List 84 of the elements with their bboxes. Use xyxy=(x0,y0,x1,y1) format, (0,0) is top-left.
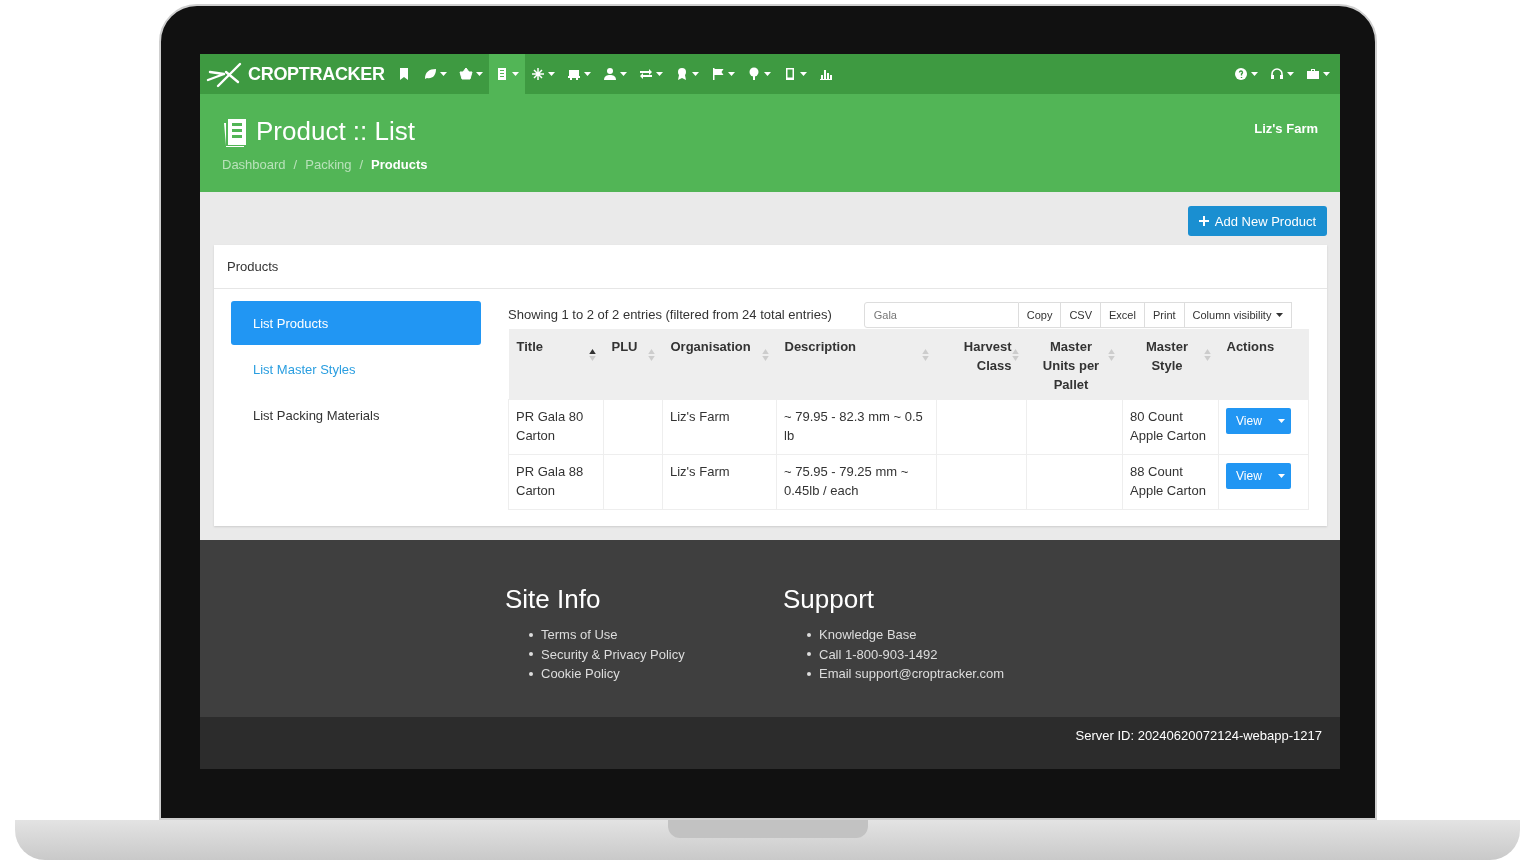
flag-icon xyxy=(710,67,725,81)
caret-icon xyxy=(1276,312,1284,317)
briefcase-icon xyxy=(1306,67,1320,81)
caret-icon xyxy=(547,72,555,76)
column-header[interactable]: Master Style xyxy=(1122,329,1219,400)
sort-icon xyxy=(1203,349,1211,361)
basket-icon xyxy=(458,67,473,81)
table-cell: Liz's Farm xyxy=(662,399,777,455)
export-button[interactable]: Excel xyxy=(1101,301,1145,328)
footer-link[interactable]: Terms of Use xyxy=(541,627,618,643)
server-id: Server ID: 20240620072124-webapp-1217 xyxy=(1075,727,1322,743)
column-header[interactable]: PLU xyxy=(603,329,663,400)
sort-icon xyxy=(588,349,596,361)
sort-icon xyxy=(1107,349,1115,361)
bullet-icon xyxy=(529,671,533,676)
vehicle-icon xyxy=(566,67,581,81)
sort-icon xyxy=(647,349,655,361)
footer-link[interactable]: Email support@croptracker.com xyxy=(819,666,1005,682)
table-cell: 88 Count Apple Carton xyxy=(1122,454,1219,510)
footer-link[interactable]: Cookie Policy xyxy=(541,666,620,682)
caret-icon xyxy=(691,72,699,76)
caret-icon xyxy=(619,72,627,76)
column-visibility-button[interactable]: Column visibility xyxy=(1184,301,1293,328)
breadcrumb-separator: / xyxy=(293,157,298,172)
caret-icon xyxy=(583,72,591,76)
entries-info: Showing 1 to 2 of 2 entries (filtered from 24 total entries) xyxy=(508,307,832,322)
add-new-product-button[interactable]: Add New Product xyxy=(1187,206,1327,236)
export-button[interactable]: Print xyxy=(1144,301,1185,328)
snowflake-icon xyxy=(530,67,545,81)
footer-heading: Support xyxy=(783,584,876,615)
farm-name: Liz's Farm xyxy=(1254,121,1318,138)
caret-icon xyxy=(439,72,447,76)
column-header[interactable]: Organisation xyxy=(662,329,777,400)
leaf-icon xyxy=(422,67,437,81)
plus-icon xyxy=(1198,216,1209,226)
column-header[interactable]: Harvest Class xyxy=(936,329,1027,400)
headset-icon xyxy=(1270,67,1284,81)
page-title: Product :: List xyxy=(256,116,415,147)
table-cell: PR Gala 80 Carton xyxy=(508,399,604,455)
brand-name: CROPTRACKER xyxy=(248,63,385,85)
column-header[interactable]: Title xyxy=(508,329,604,400)
breadcrumb-separator: / xyxy=(359,157,364,172)
column-header[interactable]: Description xyxy=(776,329,937,400)
caret-icon xyxy=(1278,474,1285,478)
export-button[interactable]: CSV xyxy=(1061,301,1102,328)
table-cell: Liz's Farm xyxy=(662,454,777,510)
caret-icon xyxy=(1251,72,1258,76)
caret-icon xyxy=(799,72,807,76)
table-cell: ~ 79.95 - 82.3 mm ~ 0.5 lb xyxy=(776,399,937,455)
person-icon xyxy=(602,67,617,81)
caret-icon xyxy=(475,72,483,76)
help-icon xyxy=(1234,67,1248,81)
caret-icon xyxy=(727,72,735,76)
caret-icon xyxy=(763,72,771,76)
export-button[interactable]: Copy xyxy=(1018,301,1062,328)
caret-icon xyxy=(1287,72,1294,76)
nav-menu-item[interactable] xyxy=(488,54,525,94)
bullet-icon xyxy=(807,652,811,657)
column-header[interactable]: Master Units per Pallet xyxy=(1026,329,1123,400)
footer-heading: Site Info xyxy=(505,584,602,615)
footer-link[interactable]: Security & Privacy Policy xyxy=(541,646,685,662)
caret-icon xyxy=(1278,419,1285,423)
table-cell: ~ 75.95 - 79.25 mm ~ 0.45lb / each xyxy=(776,454,937,510)
footer-link[interactable]: Knowledge Base xyxy=(819,627,917,643)
bullet-icon xyxy=(807,632,811,637)
search-field[interactable]: Gala xyxy=(863,301,1019,328)
table-cell: 80 Count Apple Carton xyxy=(1122,399,1219,455)
bar-chart-icon xyxy=(818,67,833,81)
bullet-icon xyxy=(807,671,811,676)
sort-icon xyxy=(1011,349,1019,361)
panel-title: Products xyxy=(227,259,279,274)
caret-icon xyxy=(1323,72,1330,76)
bullet-icon xyxy=(529,652,533,657)
table-cell: PR Gala 88 Carton xyxy=(508,454,604,510)
sidebar-item[interactable]: List Packing Materials xyxy=(231,393,481,437)
bullet-icon xyxy=(529,632,533,637)
caret-icon xyxy=(655,72,663,76)
dragonfly-logo-icon xyxy=(206,60,244,88)
footer-link[interactable]: Call 1-800-903-1492 xyxy=(819,646,938,662)
column-header: Actions xyxy=(1218,329,1309,400)
caret-icon xyxy=(511,72,519,76)
sort-icon xyxy=(761,349,769,361)
arrows-icon xyxy=(638,67,653,81)
sort-icon xyxy=(921,349,929,361)
